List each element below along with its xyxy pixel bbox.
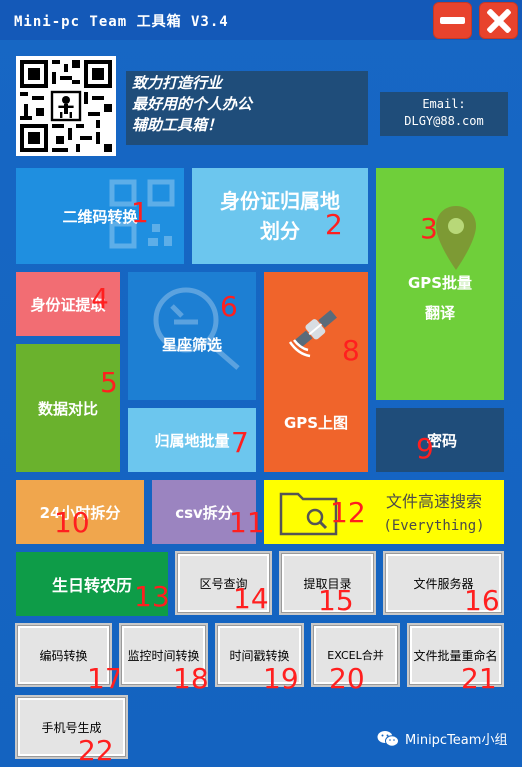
file-search-sublabel: (Everything) <box>383 518 485 534</box>
phone-gen-button[interactable]: 手机号生成 22 <box>17 697 126 767</box>
gps-translate-label: GPS批量 翻译 <box>407 274 473 322</box>
id-region-tile[interactable]: 身份证归属地 划分 2 <box>192 168 368 264</box>
batch-rename-button[interactable]: 文件批量重命名 21 <box>409 625 502 695</box>
id-extract-number: 4 <box>91 282 109 315</box>
gps-translate-tile[interactable]: GPS批量 翻译 3 <box>376 168 504 400</box>
region-batch-tile[interactable]: 归属地批量 7 <box>128 408 256 472</box>
file-search-label: 文件高速搜索 <box>385 492 482 511</box>
batch-rename-label: 文件批量重命名 <box>413 648 498 663</box>
zodiac-filter-label: 星座筛选 <box>161 335 222 354</box>
csv-split-number: 11 <box>229 506 265 539</box>
zodiac-filter-number: 6 <box>220 290 238 323</box>
region-batch-label: 归属地批量 <box>154 431 230 450</box>
footer-text: MinipcTeam小组 <box>405 733 508 748</box>
id-region-label: 身份证归属地 划分 <box>220 189 340 243</box>
email-panel: Email: DLGY@88.com <box>380 92 508 136</box>
monitor-time-number: 18 <box>173 662 209 695</box>
extract-dir-number: 15 <box>318 584 354 617</box>
gps-map-number: 8 <box>342 334 360 367</box>
satellite-icon <box>288 309 337 358</box>
data-compare-tile[interactable]: 数据对比 5 <box>16 344 120 472</box>
file-search-number: 12 <box>330 496 366 529</box>
batch-rename-number: 21 <box>461 662 497 695</box>
monitor-time-label: 监控时间转换 <box>127 648 200 663</box>
close-button[interactable] <box>479 2 518 39</box>
encoding-button[interactable]: 编码转换 17 <box>17 625 123 695</box>
gps-map-tile[interactable]: GPS上图 8 <box>264 272 368 472</box>
split-24h-number: 10 <box>54 506 90 539</box>
lunar-birthday-number: 13 <box>134 580 170 613</box>
phone-gen-label: 手机号生成 <box>41 720 102 735</box>
app-window: Mini-pc Team 工具箱 V3.4 致力打造行业 最好用的个人办公 辅助… <box>0 0 522 767</box>
qr-convert-tile[interactable]: 二维码转换 1 <box>16 168 184 264</box>
csv-split-label: csv拆分 <box>175 503 233 522</box>
slogan-panel: 致力打造行业 最好用的个人办公 辅助工具箱！ <box>126 71 368 145</box>
csv-split-tile[interactable]: csv拆分 11 <box>152 480 265 544</box>
excel-merge-label: EXCEL合并 <box>327 649 384 662</box>
id-region-number: 2 <box>325 208 343 241</box>
minimize-button[interactable] <box>433 2 472 39</box>
password-tile[interactable]: 密码 9 <box>376 408 504 472</box>
data-compare-label: 数据对比 <box>37 399 98 418</box>
map-pin-icon <box>436 206 476 270</box>
area-code-number: 14 <box>233 582 269 615</box>
area-code-button[interactable]: 区号查询 14 <box>177 553 270 615</box>
encoding-label: 编码转换 <box>39 648 88 663</box>
data-compare-number: 5 <box>100 366 118 399</box>
region-batch-number: 7 <box>231 426 249 459</box>
slogan-text: 致力打造行业 最好用的个人办公 辅助工具箱！ <box>132 74 253 134</box>
zodiac-filter-tile[interactable]: 星座筛选 6 <box>128 272 256 400</box>
timestamp-button[interactable]: 时间戳转换 19 <box>217 625 302 695</box>
window-title: Mini-pc Team 工具箱 V3.4 <box>14 14 229 30</box>
file-search-tile[interactable]: 文件高速搜索 (Everything) 12 <box>264 480 504 544</box>
qr-convert-label: 二维码转换 <box>62 207 138 226</box>
monitor-time-button[interactable]: 监控时间转换 18 <box>121 625 209 695</box>
timestamp-label: 时间戳转换 <box>229 648 290 663</box>
extract-dir-button[interactable]: 提取目录 15 <box>281 553 374 617</box>
email-label: Email: <box>422 97 466 111</box>
excel-merge-button[interactable]: EXCEL合并 20 <box>313 625 398 695</box>
file-server-number: 16 <box>464 584 500 617</box>
qr-convert-number: 1 <box>131 196 149 229</box>
wechat-icon <box>377 730 399 747</box>
excel-merge-number: 20 <box>329 662 365 695</box>
footer-watermark: MinipcTeam小组 <box>377 729 507 748</box>
encoding-number: 17 <box>87 662 123 695</box>
email-address: DLGY@88.com <box>404 114 484 128</box>
password-number: 9 <box>416 432 434 465</box>
lunar-birthday-tile[interactable]: 生日转农历 13 <box>16 552 170 616</box>
timestamp-number: 19 <box>263 662 299 695</box>
phone-gen-number: 22 <box>78 734 114 767</box>
id-extract-tile[interactable]: 身份证提取 4 <box>16 272 120 336</box>
lunar-birthday-label: 生日转农历 <box>51 576 132 595</box>
file-server-button[interactable]: 文件服务器 16 <box>385 553 502 617</box>
gps-translate-number: 3 <box>420 212 438 245</box>
qr-code-image <box>16 56 116 156</box>
gps-map-label: GPS上图 <box>283 413 349 432</box>
split-24h-tile[interactable]: 24小时拆分 10 <box>16 480 144 544</box>
